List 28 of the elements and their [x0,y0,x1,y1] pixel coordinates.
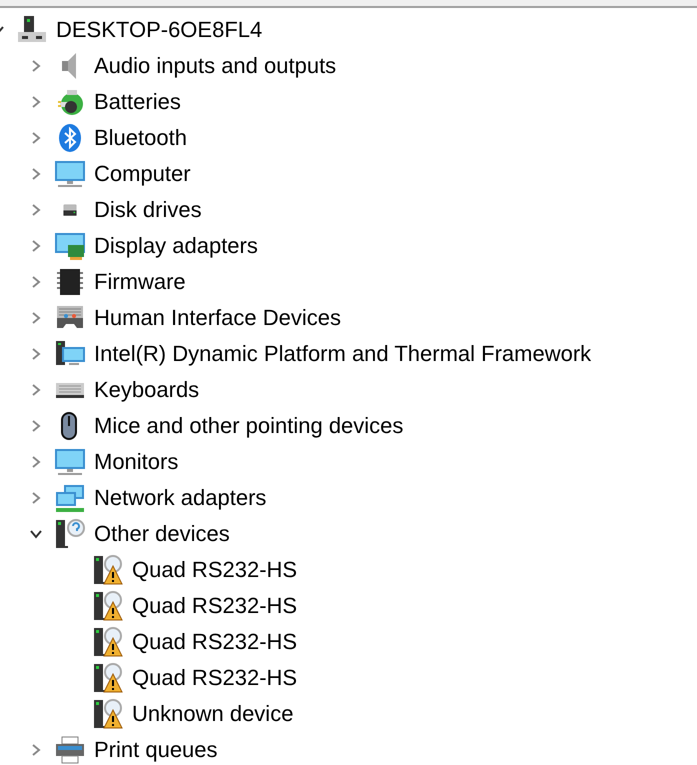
device-category[interactable]: Bluetooth [94,124,187,152]
device-category[interactable]: Disk drives [94,196,202,224]
display-adapter-icon [54,230,86,262]
device-name[interactable]: Quad RS232-HS [132,592,298,620]
device-category[interactable]: Firmware [94,268,186,296]
device-category[interactable]: Print queues [94,736,218,764]
network-icon [54,482,86,514]
device-category[interactable]: Other devices [94,520,230,548]
device-category[interactable]: Intel(R) Dynamic Platform and Thermal Framework [94,340,592,368]
device-name[interactable]: Unknown device [132,700,294,728]
device-category[interactable]: Display adapters [94,232,258,260]
device-category[interactable]: Batteries [94,88,181,116]
device-name[interactable]: Quad RS232-HS [132,664,298,692]
device-category[interactable]: Monitors [94,448,178,476]
unknown-device-icon [54,518,86,550]
computer-name[interactable]: DESKTOP-6OE8FL4 [56,16,262,44]
monitor-icon [54,446,86,478]
device-name[interactable]: Quad RS232-HS [132,628,298,656]
device-category[interactable]: Computer [94,160,191,188]
chip-icon [54,266,86,298]
printer-icon [54,734,86,765]
device-category[interactable]: Audio inputs and outputs [94,52,336,80]
device-category[interactable]: Human Interface Devices [94,304,341,332]
device-category[interactable]: Network adapters [94,484,266,512]
device-category[interactable]: Keyboards [94,376,200,404]
device-name[interactable]: Quad RS232-HS [132,556,298,584]
device-category[interactable]: Mice and other pointing devices [94,412,404,440]
monitor-icon [54,158,86,190]
